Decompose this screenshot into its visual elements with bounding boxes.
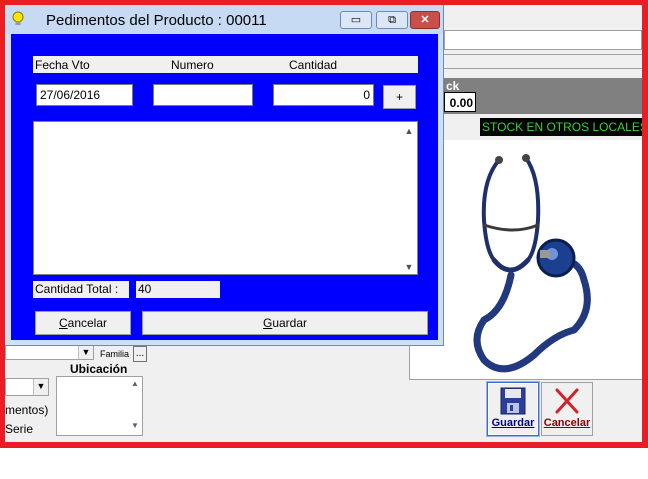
cancel-button[interactable]: Cancelar: [35, 311, 131, 335]
dialog-title: Pedimentos del Producto : 00011: [46, 12, 267, 29]
secondary-combo[interactable]: ▼: [5, 378, 49, 396]
cantidad-input[interactable]: 0: [273, 84, 374, 106]
divider: [409, 379, 642, 380]
save-button-label: Guardar: [491, 417, 535, 429]
pedimentos-dialog: Pedimentos del Producto : 00011 ▭ ⧉ ✕ Fe…: [3, 3, 444, 346]
background-save-button[interactable]: Guardar: [487, 382, 539, 436]
save-label: uardar: [272, 316, 308, 330]
familia-browse-button[interactable]: ...: [133, 346, 147, 362]
background-top-field[interactable]: [444, 30, 642, 50]
divider: [444, 68, 642, 69]
cancel-label: ancelar: [67, 316, 108, 330]
cancel-button-label: Cancelar: [543, 417, 591, 429]
fecha-header: Fecha Vto: [35, 58, 90, 72]
total-label: Cantidad Total :: [33, 281, 129, 298]
ubicacion-label: Ubicación: [70, 362, 128, 376]
scroll-down-icon[interactable]: ▼: [403, 262, 415, 272]
stock-value: 0.00: [444, 92, 476, 112]
cancel-accelerator: C: [58, 316, 68, 330]
divider: [444, 54, 642, 55]
chevron-down-icon[interactable]: ▼: [33, 379, 48, 395]
dialog-body: Fecha Vto Numero Cantidad 27/06/2016 0 +…: [11, 34, 438, 340]
numero-input[interactable]: [153, 84, 253, 106]
dialog-titlebar[interactable]: Pedimentos del Producto : 00011 ▭ ⧉ ✕: [4, 4, 443, 34]
minimize-button[interactable]: ▭: [340, 11, 372, 29]
lightbulb-icon: [12, 11, 24, 25]
red-x-icon: [555, 388, 579, 414]
serie-label: Serie: [5, 422, 34, 436]
close-button[interactable]: ✕: [410, 11, 440, 29]
pedimentos-list[interactable]: ▲ ▼: [33, 121, 418, 275]
numero-header: Numero: [171, 58, 214, 72]
maximize-button[interactable]: ⧉: [376, 11, 408, 29]
product-image-panel: [444, 140, 642, 380]
background-cancel-button[interactable]: Cancelar: [541, 382, 593, 436]
ubicacion-textarea[interactable]: ▲ ▼: [56, 376, 143, 436]
save-accelerator: G: [262, 316, 273, 330]
familia-label: Familia: [100, 349, 130, 359]
total-value: 40: [136, 281, 220, 298]
chevron-down-icon[interactable]: ▼: [78, 345, 93, 359]
scroll-down-icon[interactable]: ▼: [128, 421, 142, 479]
fecha-input[interactable]: 27/06/2016: [36, 84, 133, 106]
option-label: mentos): [5, 403, 49, 417]
familia-combo[interactable]: ▼: [5, 344, 94, 360]
add-button[interactable]: +: [383, 85, 416, 109]
cantidad-header: Cantidad: [289, 58, 338, 72]
stock-label: ck: [446, 79, 460, 93]
save-button[interactable]: Guardar: [142, 311, 428, 335]
column-header-row: Fecha Vto Numero Cantidad: [33, 56, 418, 73]
scroll-up-icon[interactable]: ▲: [403, 126, 415, 136]
stock-otros-locales[interactable]: STOCK EN OTROS LOCALES: [480, 118, 644, 136]
stethoscope-image: [473, 154, 591, 373]
floppy-disk-icon: [500, 387, 526, 415]
